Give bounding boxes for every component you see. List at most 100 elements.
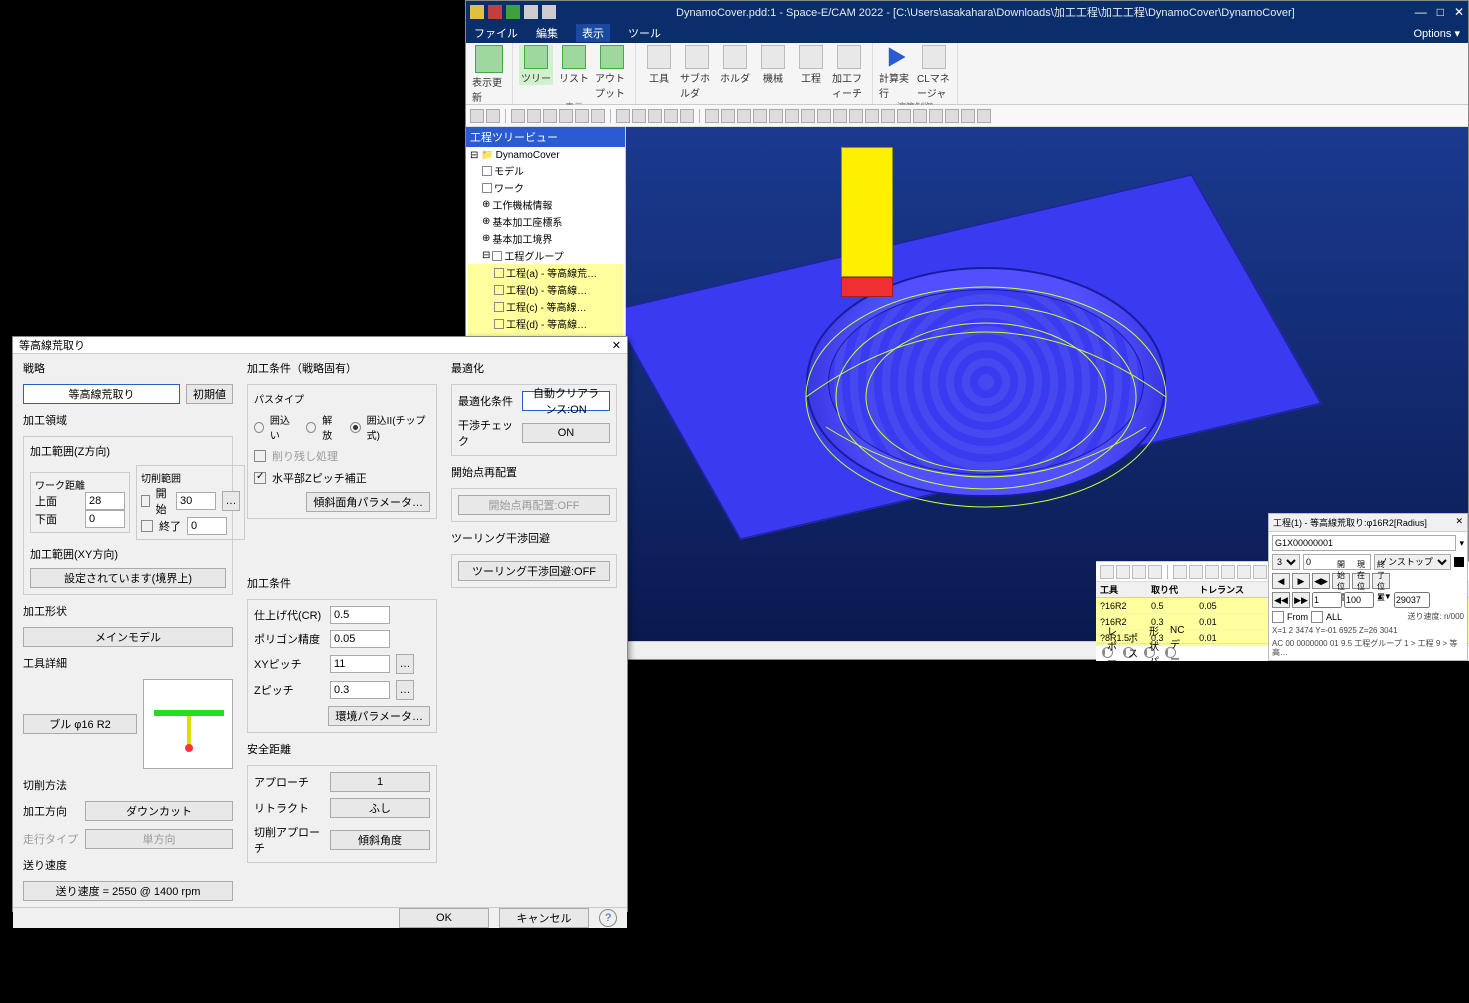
shape-button[interactable]: メインモデル	[23, 627, 233, 647]
radio-open[interactable]: 解放	[306, 412, 339, 442]
tb-icon[interactable]	[616, 109, 630, 123]
tb-icon[interactable]	[705, 109, 719, 123]
feed-speed-button[interactable]: 送り速度 = 2550 @ 1400 rpm	[23, 881, 233, 901]
tb-icon[interactable]	[664, 109, 678, 123]
tb-icon[interactable]	[721, 109, 735, 123]
tb-icon[interactable]	[929, 109, 943, 123]
bottom-input[interactable]	[85, 510, 125, 528]
radio-report[interactable]: レポート	[1102, 647, 1113, 658]
sim-prev-button[interactable]: ◀	[1272, 573, 1290, 589]
tb-icon[interactable]	[470, 109, 484, 123]
tb-icon[interactable]	[1221, 565, 1235, 579]
start-input[interactable]	[176, 492, 216, 510]
start-checkbox[interactable]	[141, 495, 150, 507]
menu-edit[interactable]: 編集	[536, 25, 558, 41]
radio-ncdata[interactable]: NCデータ	[1165, 647, 1176, 658]
col-header[interactable]: 工具	[1096, 582, 1147, 598]
tree-process[interactable]: 工程(a) - 等高線荒…	[468, 264, 623, 281]
tooling-avoid-button[interactable]: ツーリング干渉回避:OFF	[458, 561, 610, 581]
tb-icon[interactable]	[1253, 565, 1267, 579]
dropdown-icon[interactable]: ▾	[1459, 538, 1464, 549]
qat-icon[interactable]	[542, 5, 556, 19]
incline-params-button[interactable]: 傾斜面角パラメータ…	[306, 492, 430, 512]
tb-icon[interactable]	[849, 109, 863, 123]
reloc-button[interactable]: 開始点再配置:OFF	[458, 495, 610, 515]
ribbon-list[interactable]: リスト	[557, 45, 591, 85]
tb-icon[interactable]	[833, 109, 847, 123]
zpitch-input[interactable]	[330, 681, 390, 699]
tb-icon[interactable]	[680, 109, 694, 123]
interference-button[interactable]: ON	[522, 423, 610, 443]
tb-icon[interactable]	[913, 109, 927, 123]
close-icon[interactable]: ✕	[1454, 5, 1464, 19]
sim-val2[interactable]	[1344, 592, 1374, 608]
strategy-button[interactable]: 等高線荒取り	[23, 384, 180, 404]
tree-item[interactable]: ⊟ 工程グループ	[468, 247, 623, 264]
internal-approach-button[interactable]: 傾斜角度	[330, 830, 430, 850]
env-params-button[interactable]: 環境パラメータ…	[328, 706, 430, 726]
ribbon-refresh[interactable]: 表示更新	[472, 45, 506, 104]
tree-item[interactable]: ⊕ 基本加工境界	[468, 230, 623, 247]
end-checkbox[interactable]	[141, 520, 153, 532]
tb-icon[interactable]	[977, 109, 991, 123]
radio-shapepath[interactable]: 形状パス	[1144, 647, 1155, 658]
tb-icon[interactable]	[543, 109, 557, 123]
tb-icon[interactable]	[1173, 565, 1187, 579]
close-icon[interactable]: ✕	[612, 339, 621, 352]
sim-current-button[interactable]: 現在位置	[1352, 573, 1370, 589]
tb-icon[interactable]	[575, 109, 589, 123]
dots-button[interactable]: …	[396, 654, 414, 674]
sim-from-checkbox[interactable]	[1272, 611, 1284, 623]
tb-icon[interactable]	[801, 109, 815, 123]
ok-button[interactable]: OK	[399, 908, 489, 928]
ribbon-process[interactable]: 工程	[794, 45, 828, 85]
tb-icon[interactable]	[961, 109, 975, 123]
stop-icon[interactable]	[1454, 557, 1464, 567]
tb-icon[interactable]	[1100, 565, 1114, 579]
tb-icon[interactable]	[785, 109, 799, 123]
sim-start-button[interactable]: 開始位置	[1332, 573, 1350, 589]
default-button[interactable]: 初期値	[186, 384, 233, 404]
sim-play-button[interactable]: ▶	[1292, 573, 1310, 589]
menu-file[interactable]: ファイル	[474, 25, 518, 41]
tb-icon[interactable]	[817, 109, 831, 123]
tree-item[interactable]: ワーク	[468, 179, 623, 196]
tb-icon[interactable]	[897, 109, 911, 123]
retract-button[interactable]: ふし	[330, 798, 430, 818]
dots-button[interactable]: …	[396, 680, 414, 700]
ribbon-calc[interactable]: 計算実行	[879, 45, 913, 100]
sim-val1[interactable]	[1312, 592, 1342, 608]
col-header[interactable]: 取り代	[1147, 582, 1195, 598]
help-icon[interactable]: ?	[599, 909, 617, 927]
ribbon-machine[interactable]: 機械	[756, 45, 790, 85]
tool-button[interactable]: ブル φ16 R2	[23, 714, 137, 734]
horizontal-checkbox[interactable]	[254, 472, 266, 484]
sim-rewind-button[interactable]: ◀◀	[1272, 592, 1290, 608]
sim-ffwd-button[interactable]: ▶▶	[1292, 592, 1310, 608]
maximize-icon[interactable]: □	[1437, 5, 1444, 19]
col-header[interactable]: トレランス	[1195, 582, 1268, 598]
approach-button[interactable]: 1	[330, 772, 430, 792]
polygon-input[interactable]	[330, 630, 390, 648]
tb-icon[interactable]	[559, 109, 573, 123]
radio-contour[interactable]: 囲込い	[254, 412, 296, 442]
menu-options[interactable]: Options ▾	[1414, 27, 1461, 40]
ribbon-tree[interactable]: ツリー	[519, 45, 553, 85]
qat-icon[interactable]	[524, 5, 538, 19]
tb-icon[interactable]	[648, 109, 662, 123]
tree-process[interactable]: 工程(b) - 等高線…	[468, 281, 623, 298]
menu-view[interactable]: 表示	[576, 24, 610, 42]
tree-item[interactable]: モデル	[468, 162, 623, 179]
ribbon-subholder[interactable]: サブホルダ	[680, 45, 714, 100]
qat-icon[interactable]	[506, 5, 520, 19]
tb-icon[interactable]	[486, 109, 500, 123]
menu-tool[interactable]: ツール	[628, 25, 661, 41]
ribbon-clmanager[interactable]: CLマネージャ	[917, 45, 951, 100]
tb-icon[interactable]	[1189, 565, 1203, 579]
qat-icon[interactable]	[470, 5, 484, 19]
sim-end-button[interactable]: 終了位置	[1372, 573, 1390, 589]
tree-root[interactable]: ⊟ 📁 DynamoCover	[468, 149, 623, 162]
xy-range-button[interactable]: 設定されています(境界上)	[30, 568, 226, 588]
tb-icon[interactable]	[865, 109, 879, 123]
ribbon-output[interactable]: アウトプット	[595, 45, 629, 100]
